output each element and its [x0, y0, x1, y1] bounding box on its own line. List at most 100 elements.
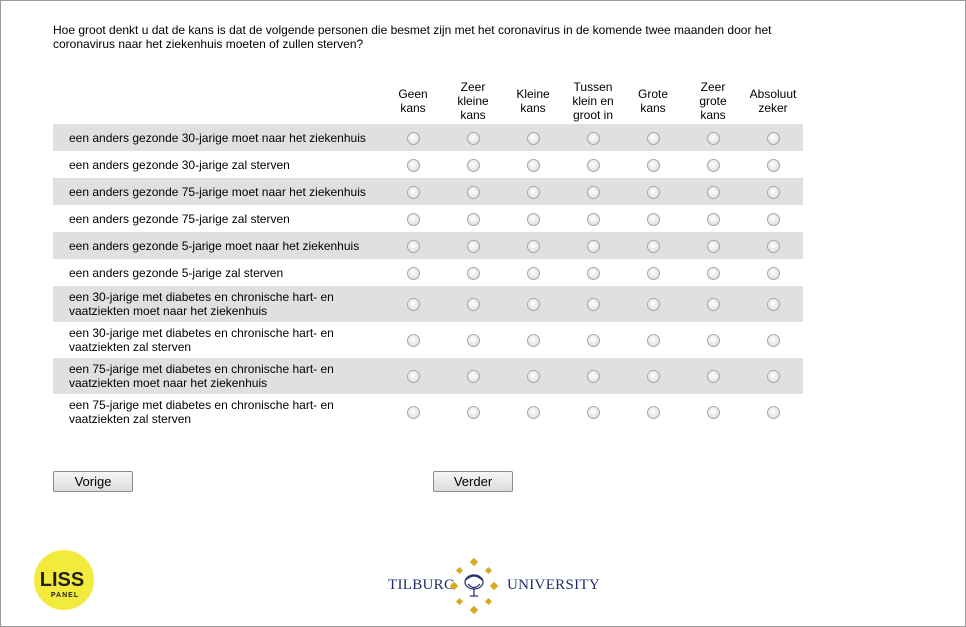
answer-radio[interactable]	[646, 370, 660, 384]
answer-radio[interactable]	[646, 212, 660, 226]
column-header-line: grote	[699, 94, 727, 108]
answer-radio[interactable]	[466, 212, 480, 226]
answer-radio[interactable]	[526, 212, 540, 226]
row-label-line: een 30-jarige met diabetes en chronische…	[69, 326, 334, 340]
answer-radio[interactable]	[466, 131, 480, 145]
grid-body: een anders gezonde 30-jarige moet naar h…	[53, 124, 803, 430]
radio-cell	[563, 259, 623, 286]
answer-radio[interactable]	[586, 406, 600, 420]
answer-radio[interactable]	[706, 185, 720, 199]
answer-radio[interactable]	[526, 239, 540, 253]
row-label: een anders gezonde 5-jarige zal sterven	[53, 259, 383, 286]
answer-radio[interactable]	[586, 370, 600, 384]
answer-radio[interactable]	[766, 370, 780, 384]
answer-radio[interactable]	[526, 266, 540, 280]
answer-radio[interactable]	[766, 266, 780, 280]
column-header: Geen kans	[383, 78, 443, 124]
row-label-line: een 75-jarige met diabetes en chronische…	[69, 362, 334, 376]
answer-radio[interactable]	[526, 370, 540, 384]
answer-radio[interactable]	[586, 266, 600, 280]
question-text: Hoe groot denkt u dat de kans is dat de …	[53, 23, 772, 51]
tilburg-emblem-icon	[449, 558, 499, 614]
answer-radio[interactable]	[586, 239, 600, 253]
question-row: een 75-jarige met diabetes en chronische…	[53, 394, 803, 430]
radio-cell	[623, 124, 683, 151]
answer-radio[interactable]	[526, 158, 540, 172]
answer-radio[interactable]	[646, 334, 660, 348]
answer-radio[interactable]	[406, 266, 420, 280]
column-header-line: Tussen	[573, 80, 613, 94]
answer-radio[interactable]	[646, 158, 660, 172]
radio-cell	[503, 322, 563, 358]
answer-radio[interactable]	[406, 131, 420, 145]
answer-radio[interactable]	[526, 334, 540, 348]
answer-radio[interactable]	[406, 158, 420, 172]
answer-radio[interactable]	[586, 212, 600, 226]
answer-radio[interactable]	[526, 131, 540, 145]
answer-radio[interactable]	[706, 406, 720, 420]
answer-radio[interactable]	[406, 370, 420, 384]
answer-radio[interactable]	[586, 131, 600, 145]
answer-radio[interactable]	[406, 298, 420, 312]
answer-radio[interactable]	[706, 158, 720, 172]
answer-radio[interactable]	[766, 239, 780, 253]
next-button[interactable]: Verder	[433, 471, 513, 492]
answer-radio[interactable]	[526, 298, 540, 312]
answer-radio[interactable]	[766, 212, 780, 226]
answer-radio[interactable]	[586, 185, 600, 199]
answer-radio[interactable]	[706, 370, 720, 384]
answer-radio[interactable]	[646, 131, 660, 145]
question-row: een anders gezonde 5-jarige zal sterven	[53, 259, 803, 286]
answer-radio[interactable]	[406, 334, 420, 348]
radio-cell	[563, 322, 623, 358]
answer-radio[interactable]	[766, 158, 780, 172]
answer-radio[interactable]	[646, 298, 660, 312]
row-label-line: een 30-jarige met diabetes en chronische…	[69, 290, 334, 304]
column-header-line: zeker	[758, 101, 788, 115]
row-label-line: een anders gezonde 5-jarige zal sterven	[69, 265, 284, 280]
radio-cell	[743, 286, 803, 322]
answer-radio[interactable]	[466, 239, 480, 253]
answer-radio[interactable]	[706, 298, 720, 312]
answer-radio[interactable]	[466, 370, 480, 384]
answer-radio[interactable]	[646, 185, 660, 199]
answer-radio[interactable]	[406, 239, 420, 253]
row-label-line: vaatziekten moet naar het ziekenhuis	[69, 304, 268, 318]
answer-radio[interactable]	[406, 185, 420, 199]
answer-radio[interactable]	[526, 185, 540, 199]
answer-radio[interactable]	[466, 406, 480, 420]
answer-radio[interactable]	[586, 334, 600, 348]
answer-radio[interactable]	[706, 266, 720, 280]
answer-radio[interactable]	[766, 334, 780, 348]
answer-radio[interactable]	[586, 158, 600, 172]
column-header: Grote kans	[623, 78, 683, 124]
answer-radio[interactable]	[706, 131, 720, 145]
row-label: een anders gezonde 75-jarige zal sterven	[53, 205, 383, 232]
prev-button[interactable]: Vorige	[53, 471, 133, 492]
answer-radio[interactable]	[466, 185, 480, 199]
answer-radio[interactable]	[406, 212, 420, 226]
answer-radio[interactable]	[466, 298, 480, 312]
answer-radio[interactable]	[646, 239, 660, 253]
answer-radio[interactable]	[766, 185, 780, 199]
answer-radio[interactable]	[646, 266, 660, 280]
answer-radio[interactable]	[706, 334, 720, 348]
answer-radio[interactable]	[406, 406, 420, 420]
answer-radio[interactable]	[766, 131, 780, 145]
answer-radio[interactable]	[526, 406, 540, 420]
answer-radio[interactable]	[706, 239, 720, 253]
column-header-line: kans	[520, 101, 546, 115]
answer-radio[interactable]	[706, 212, 720, 226]
radio-cell	[383, 358, 443, 394]
answer-radio[interactable]	[586, 298, 600, 312]
answer-radio[interactable]	[766, 406, 780, 420]
radio-cell	[383, 394, 443, 430]
answer-radio[interactable]	[646, 406, 660, 420]
radio-cell	[563, 124, 623, 151]
answer-radio[interactable]	[466, 334, 480, 348]
answer-radio[interactable]	[466, 158, 480, 172]
row-label-line: een anders gezonde 30-jarige zal sterven	[69, 157, 290, 172]
radio-cell	[503, 394, 563, 430]
answer-radio[interactable]	[766, 298, 780, 312]
answer-radio[interactable]	[466, 266, 480, 280]
